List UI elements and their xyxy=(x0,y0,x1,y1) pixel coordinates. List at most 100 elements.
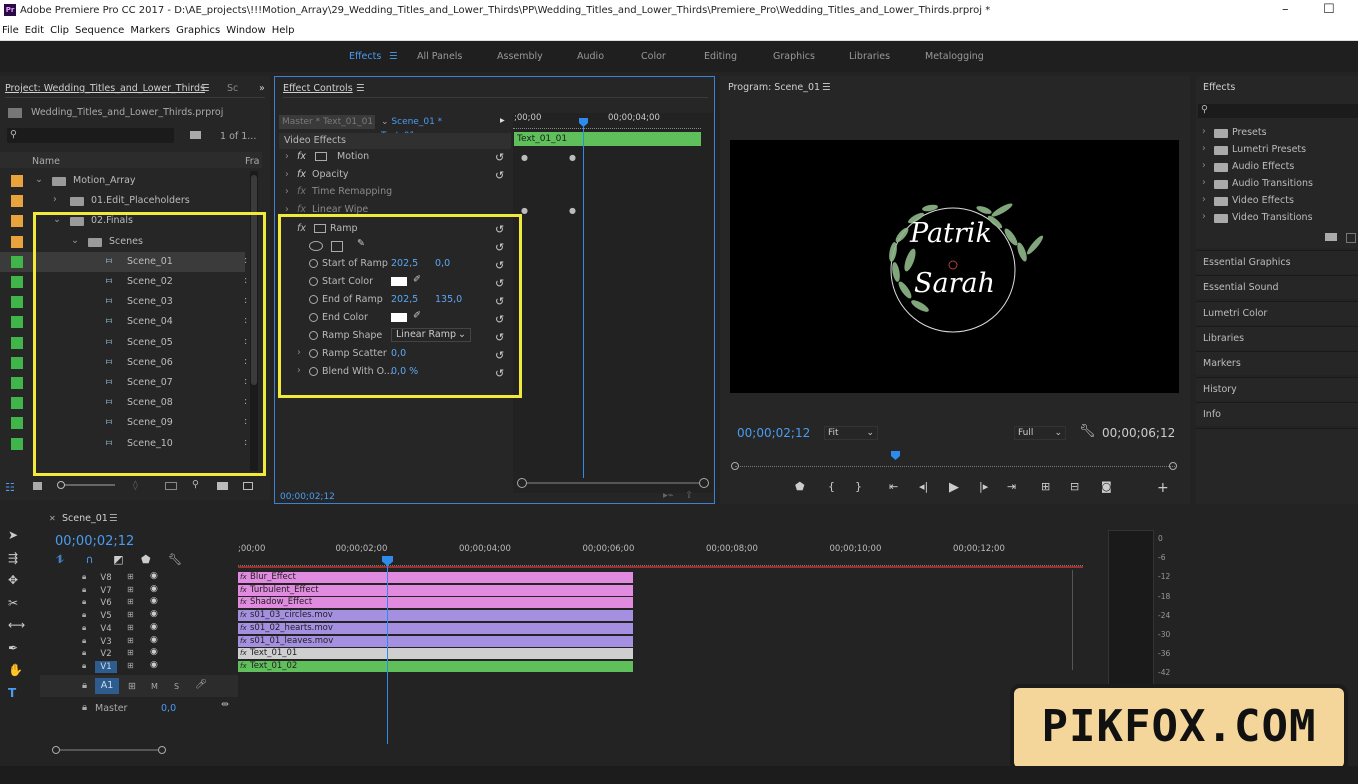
add-button-icon[interactable]: + xyxy=(1157,480,1169,496)
label-color-swatch[interactable] xyxy=(11,417,23,430)
lock-icon[interactable]: 🔒︎ xyxy=(82,585,86,595)
track-label[interactable]: V5 xyxy=(95,610,117,622)
ec-timecode[interactable]: 00;00;02;12 xyxy=(280,492,335,502)
lock-icon[interactable]: 🔒︎ xyxy=(82,597,86,607)
step-back-icon[interactable]: ◂| xyxy=(919,480,928,493)
add-marker-icon[interactable]: ⬟ xyxy=(795,480,805,493)
reset-icon[interactable]: ↺ xyxy=(495,151,504,164)
go-to-end-icon[interactable]: ⇹ xyxy=(221,699,229,710)
zoom-slider[interactable] xyxy=(57,481,115,489)
video-frame[interactable]: Patrik Sarah xyxy=(730,140,1179,393)
sort-icon[interactable]: ◊ xyxy=(133,480,138,491)
timeline-timecode[interactable]: 00;00;02;12 xyxy=(55,534,134,549)
lock-icon[interactable]: 🔒︎ xyxy=(82,680,87,691)
mic-icon[interactable]: 🎤︎ xyxy=(195,679,207,690)
step-forward-icon[interactable]: |▸ xyxy=(979,480,988,493)
mark-out-icon[interactable]: } xyxy=(855,480,862,493)
timeline-clip[interactable]: fx s01_02_hearts.mov xyxy=(238,622,633,634)
quality-dropdown[interactable]: Full ⌄ xyxy=(1014,426,1066,440)
go-to-out-icon[interactable]: ⇥ xyxy=(1007,480,1016,493)
track-label[interactable]: V1 xyxy=(95,660,117,673)
eye-icon[interactable]: ◉ xyxy=(150,584,158,594)
timeline-ruler[interactable]: ;00;00 00;00;02;00 00;00;04;00 00;00;06;00 0… xyxy=(238,544,1083,566)
sequence-clip-tab[interactable]: ⌄ Scene_01 * Text_01... xyxy=(381,115,487,141)
workspace-tab-assembly[interactable]: Assembly xyxy=(497,51,543,62)
column-name-header[interactable]: Name xyxy=(32,156,60,167)
panel-tab[interactable]: History xyxy=(1196,376,1358,401)
find-icon[interactable]: ⚲ xyxy=(192,479,199,490)
effects-tree-item[interactable]: › Audio Effects xyxy=(1196,160,1356,177)
program-timecode[interactable]: 00;00;02;12 xyxy=(737,426,810,440)
type-tool-icon[interactable]: T xyxy=(8,682,25,705)
ec-clip-bar[interactable]: Text_01_01 xyxy=(514,132,701,146)
lock-icon[interactable]: 🔒︎ xyxy=(82,636,86,646)
timeline-clip[interactable]: fx s01_01_leaves.mov xyxy=(238,635,633,647)
workspace-tab-all-panels[interactable]: All Panels xyxy=(417,51,462,62)
eye-icon[interactable]: ◉ xyxy=(150,660,158,670)
timeline-vscroll[interactable] xyxy=(1072,570,1080,670)
panel-menu-icon[interactable]: ☰ xyxy=(109,510,118,528)
eye-icon[interactable]: ◉ xyxy=(150,635,158,645)
label-color-swatch[interactable] xyxy=(11,276,23,288)
track-label[interactable]: V2 xyxy=(95,648,117,660)
maximize-icon[interactable]: ☐ xyxy=(1323,2,1335,17)
program-playhead[interactable] xyxy=(891,451,900,460)
menu-markers[interactable]: Markers xyxy=(128,22,174,36)
timeline-playhead-line[interactable] xyxy=(387,558,388,744)
master-clip-tab[interactable]: Master * Text_01_01 xyxy=(279,115,375,129)
track-select-tool-icon[interactable]: ⇶ xyxy=(8,547,25,570)
track-label[interactable]: V7 xyxy=(95,585,117,597)
workspace-tab-graphics[interactable]: Graphics xyxy=(773,51,815,62)
timeline-clip[interactable]: fx s01_03_circles.mov xyxy=(238,610,633,622)
eye-icon[interactable]: ◉ xyxy=(150,609,158,619)
camera-icon[interactable]: ◙ xyxy=(1101,480,1112,493)
icon-view-icon[interactable] xyxy=(33,482,42,490)
master-volume[interactable]: 0,0 xyxy=(161,703,176,714)
label-color-swatch[interactable] xyxy=(11,397,23,410)
wrench-icon[interactable]: 🔧︎ xyxy=(168,553,182,566)
go-to-in-icon[interactable]: ⇤ xyxy=(889,480,898,493)
new-preset-icon[interactable] xyxy=(1346,233,1356,243)
selection-tool-icon[interactable]: ➤ xyxy=(8,524,25,547)
program-ruler[interactable] xyxy=(735,462,1175,467)
fit-dropdown[interactable]: Fit ⌄ xyxy=(824,426,878,440)
expand-arrow-icon[interactable]: ⌄ xyxy=(35,174,43,185)
eye-icon[interactable]: ◉ xyxy=(150,596,158,606)
program-tab[interactable]: Program: Scene_01 xyxy=(728,82,820,93)
wrench-icon[interactable]: 🔧︎ xyxy=(1079,424,1096,439)
eye-icon[interactable]: ◉ xyxy=(150,571,158,581)
marker-icon[interactable]: ⬟ xyxy=(141,553,151,566)
eye-icon[interactable]: ◉ xyxy=(150,647,158,657)
panel-menu-icon[interactable]: ☰ xyxy=(356,80,365,98)
project-search-input[interactable]: ⚲ xyxy=(7,128,174,143)
effects-tree-item[interactable]: › Video Transitions xyxy=(1196,211,1356,228)
panel-menu-icon[interactable]: ☰ xyxy=(201,80,210,98)
export-icon[interactable]: ⇪ xyxy=(685,490,693,501)
lock-icon[interactable]: 🔒︎ xyxy=(82,623,86,633)
label-color-swatch[interactable] xyxy=(11,336,23,349)
panel-tab[interactable]: Lumetri Color xyxy=(1196,300,1358,325)
sync-lock-icon[interactable]: ⊞ xyxy=(127,636,134,645)
project-item[interactable]: ⌄ Motion_Array xyxy=(0,171,245,191)
panel-tab[interactable]: Libraries xyxy=(1196,325,1358,350)
timeline-clip[interactable]: fx Text_01_01 xyxy=(238,648,633,660)
workspace-tab-audio[interactable]: Audio xyxy=(577,51,604,62)
label-color-swatch[interactable] xyxy=(11,195,23,208)
zoom-handle[interactable] xyxy=(517,478,527,488)
new-bin-icon[interactable] xyxy=(217,482,228,490)
bin-icon[interactable] xyxy=(190,131,201,139)
mute-button[interactable]: M xyxy=(151,682,158,691)
lift-icon[interactable]: ⊞ xyxy=(1041,480,1050,493)
effects-tree-item[interactable]: › Video Effects xyxy=(1196,194,1356,211)
label-color-swatch[interactable] xyxy=(11,255,23,268)
timeline-clip[interactable]: fx Blur_Effect xyxy=(238,572,633,583)
label-color-swatch[interactable] xyxy=(11,296,23,309)
snap-icon[interactable]: ⥮ xyxy=(56,553,64,566)
label-color-swatch[interactable] xyxy=(11,235,23,248)
timeline-tab[interactable]: Scene_01 xyxy=(62,510,108,528)
lock-icon[interactable]: 🔒︎ xyxy=(82,702,87,713)
filter-icon[interactable]: ▸⌁ xyxy=(663,490,674,501)
track-label[interactable]: V6 xyxy=(95,597,117,609)
effect-row[interactable]: › fx Time Remapping xyxy=(275,186,511,203)
track-label[interactable]: V3 xyxy=(95,636,117,648)
